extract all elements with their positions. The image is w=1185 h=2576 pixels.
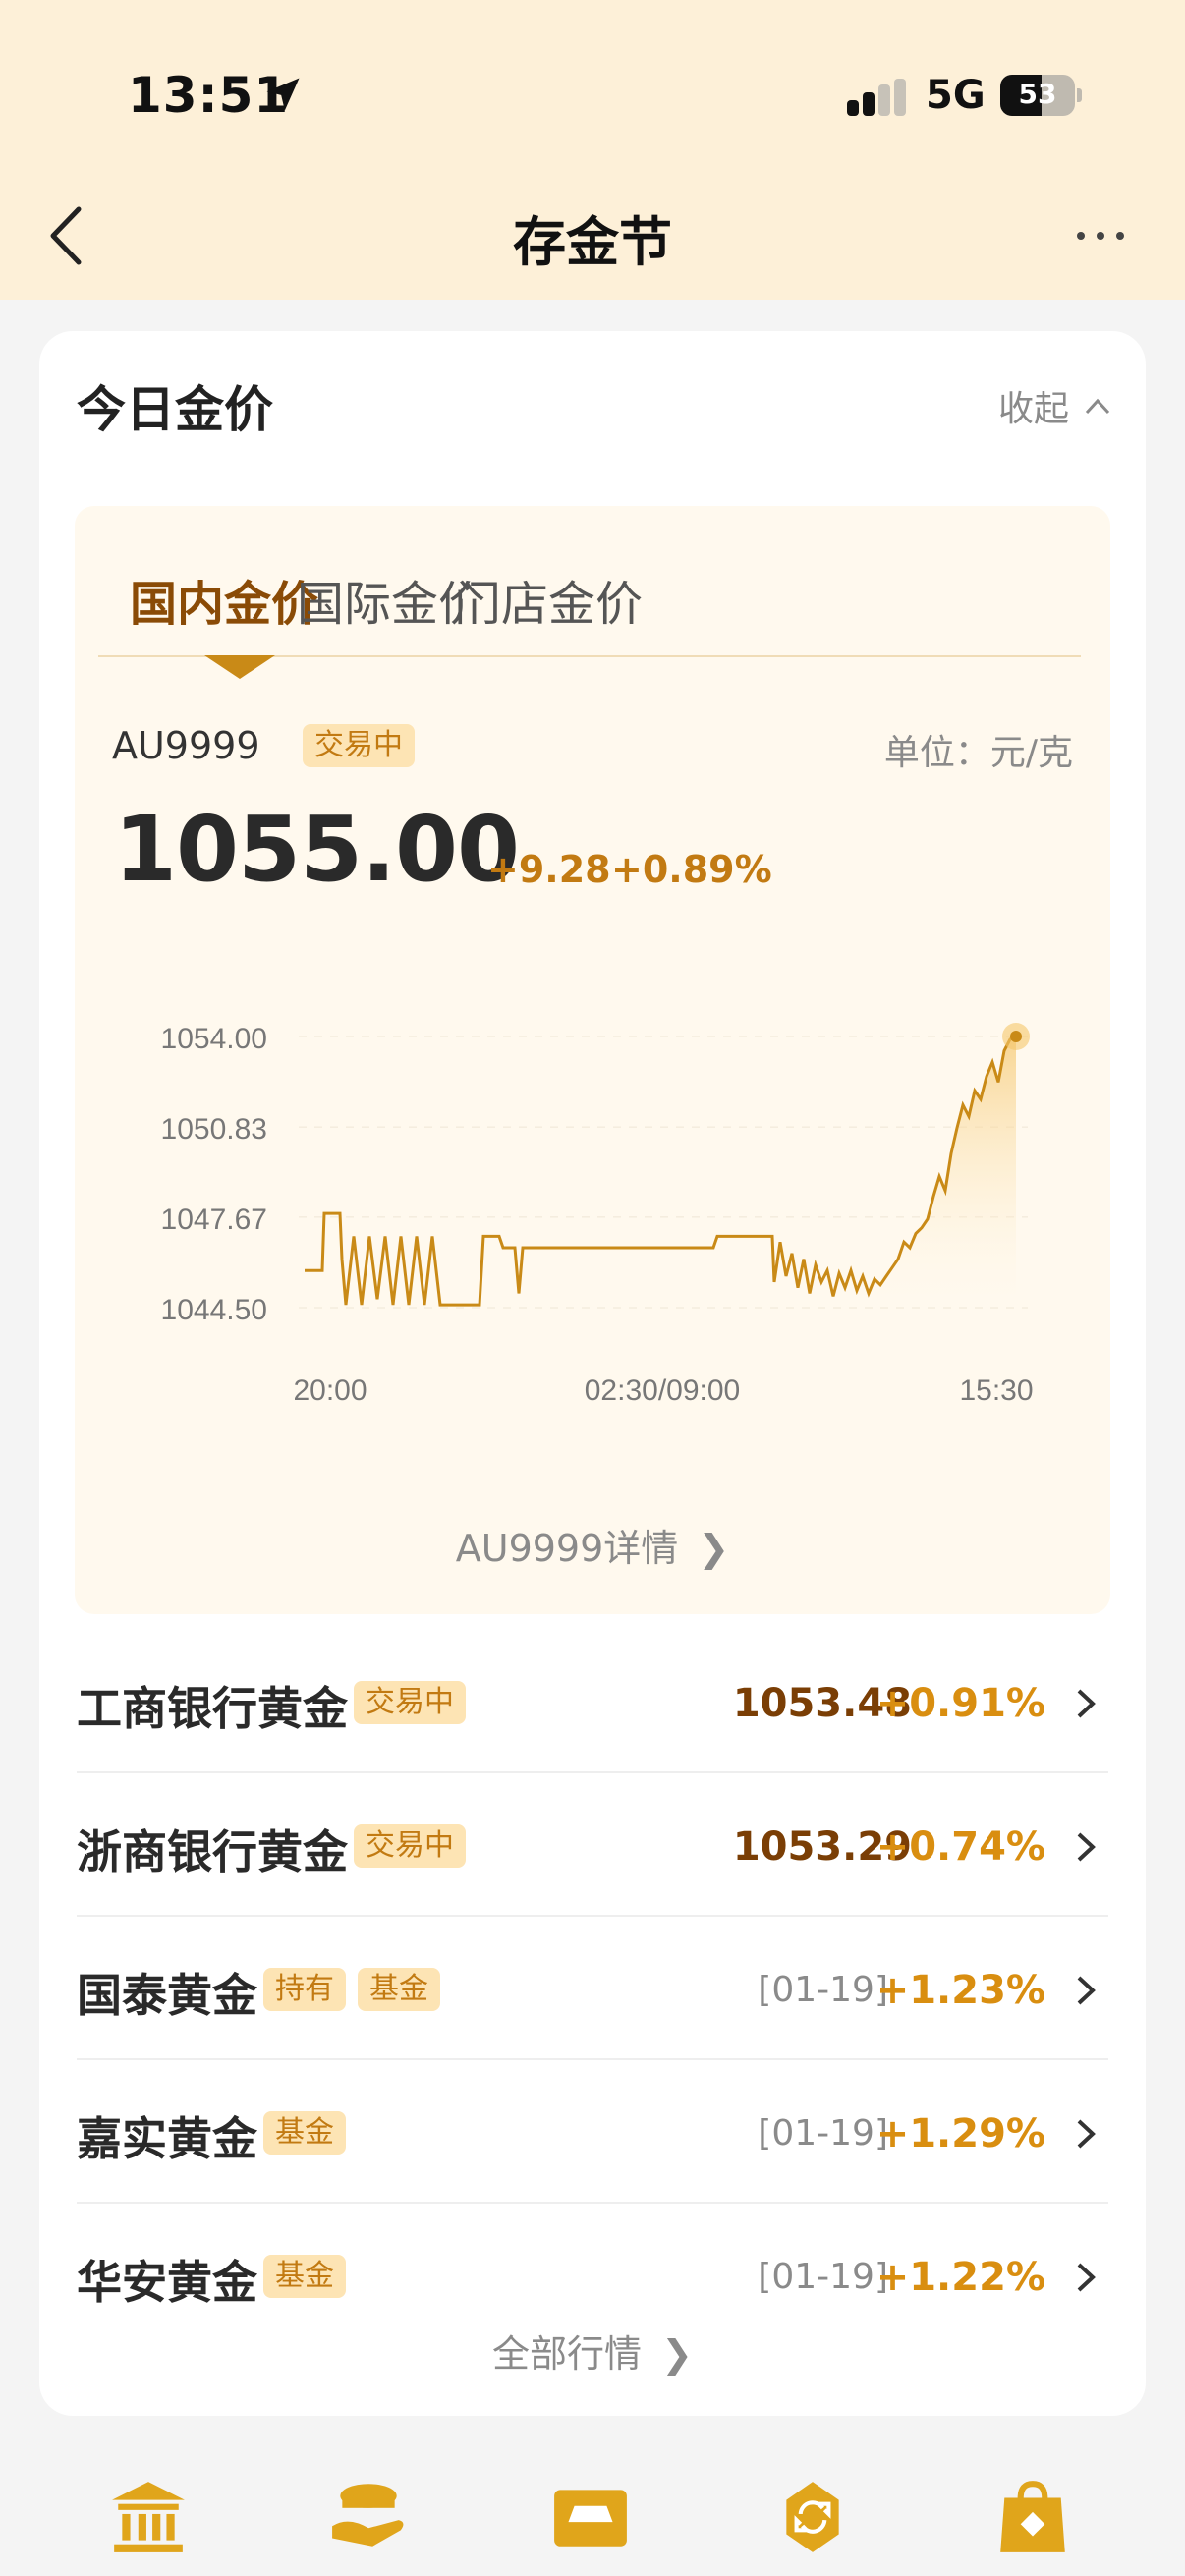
product-name: 工商银行黄金 — [77, 1682, 348, 1735]
status-badge: 交易中 — [303, 724, 415, 767]
chevron-up-icon — [1085, 398, 1110, 415]
nav-bar: 存金节 — [0, 177, 1185, 300]
price-tabs: 国内金价 国际金价 门店金价 — [98, 565, 1081, 679]
page-title: 存金节 — [513, 211, 672, 273]
y-tick-label: 1050.83 — [161, 1113, 267, 1146]
battery-icon: 53 — [1000, 75, 1082, 116]
product-change-pct: +0.91% — [875, 1681, 1045, 1726]
product-tag: 基金 — [263, 2111, 346, 2155]
section-title: 今日金价 — [77, 381, 273, 438]
x-tick-label: 15:30 — [959, 1374, 1033, 1407]
coin-hand-icon[interactable] — [328, 2476, 409, 2556]
x-tick-label: 20:00 — [293, 1374, 367, 1407]
product-name: 嘉实黄金 — [77, 2112, 257, 2165]
price-change: +9.28 — [487, 848, 611, 891]
product-change-pct: +1.22% — [875, 2255, 1045, 2300]
chevron-right-icon — [1077, 1832, 1096, 1862]
product-date: [01-19] — [758, 1970, 888, 2010]
product-change-pct: +1.23% — [875, 1968, 1045, 2013]
bank-icon[interactable] — [108, 2476, 189, 2556]
price-area — [857, 1036, 1016, 1308]
status-bar: 13:51 5G 53 — [0, 0, 1185, 177]
product-date: [01-19] — [758, 2113, 888, 2154]
active-tab-indicator — [204, 655, 275, 679]
battery-level: 53 — [1018, 78, 1057, 110]
price-change-pct: +0.89% — [611, 848, 772, 891]
chevron-right-icon: ❯ — [698, 1527, 730, 1570]
y-tick-label: 1054.00 — [161, 1023, 267, 1055]
product-name: 浙商银行黄金 — [77, 1825, 348, 1878]
product-list: 工商银行黄金 交易中 1053.48 +0.91% 浙商银行黄金 交易中 1053.29 +0… — [77, 1630, 1108, 2347]
product-tag: 基金 — [358, 1968, 440, 2011]
product-name: 华安黄金 — [77, 2256, 257, 2309]
tab-store[interactable]: 门店金价 — [454, 565, 643, 634]
all-quotes-label: 全部行情 — [492, 2332, 643, 2376]
product-tags: 持有 基金 — [263, 1968, 440, 2011]
price-panel: 国内金价 国际金价 门店金价 AU9999 交易中 单位：元/克 1055.00… — [75, 506, 1110, 1614]
product-tags: 基金 — [263, 2111, 346, 2155]
product-date: [01-19] — [758, 2257, 888, 2297]
detail-link[interactable]: AU9999详情 ❯ — [75, 1518, 1110, 1572]
chevron-right-icon — [1077, 1976, 1096, 2005]
price-unit: 单位：元/克 — [883, 733, 1073, 773]
chevron-right-icon — [1077, 1689, 1096, 1718]
y-tick-label: 1047.67 — [161, 1204, 267, 1236]
list-item[interactable]: 国泰黄金 持有 基金 [01-19] +1.23% — [77, 1917, 1108, 2060]
chevron-right-icon: ❯ — [661, 2332, 693, 2376]
product-tags: 交易中 — [354, 1824, 466, 1868]
product-tag: 基金 — [263, 2255, 346, 2298]
list-item[interactable]: 工商银行黄金 交易中 1053.48 +0.91% — [77, 1630, 1108, 1773]
all-quotes-link[interactable]: 全部行情 ❯ — [39, 2324, 1146, 2378]
collapse-label: 收起 — [997, 389, 1069, 429]
location-arrow-icon — [266, 78, 300, 111]
current-price: 1055.00 — [114, 797, 520, 902]
product-tags: 交易中 — [354, 1681, 466, 1724]
list-item[interactable]: 浙商银行黄金 交易中 1053.29 +0.74% — [77, 1773, 1108, 1917]
x-tick-label: 02:30/09:00 — [585, 1374, 740, 1407]
product-change-pct: +1.29% — [875, 2111, 1045, 2156]
tab-domestic[interactable]: 国内金价 — [130, 565, 318, 634]
signal-icon — [847, 79, 906, 116]
product-name: 国泰黄金 — [77, 1969, 257, 2022]
bottom-toolbar — [0, 2446, 1185, 2576]
more-icon[interactable] — [1071, 221, 1130, 251]
chevron-right-icon — [1077, 2119, 1096, 2149]
detail-link-label: AU9999详情 — [455, 1527, 679, 1570]
last-point — [1010, 1031, 1022, 1042]
gold-price-card: 今日金价 收起 国内金价 国际金价 门店金价 AU9999 交易中 单位：元/克… — [39, 331, 1146, 2416]
y-tick-label: 1044.50 — [161, 1294, 267, 1326]
shopping-bag-icon[interactable] — [992, 2476, 1073, 2556]
gold-bar-box-icon[interactable] — [550, 2476, 631, 2556]
collapse-button[interactable]: 收起 — [998, 380, 1112, 431]
product-change-pct: +0.74% — [875, 1824, 1045, 1870]
product-tag: 交易中 — [354, 1681, 466, 1724]
list-item[interactable]: 嘉实黄金 基金 [01-19] +1.29% — [77, 2060, 1108, 2204]
network-type: 5G — [926, 73, 986, 118]
exchange-refresh-icon[interactable] — [772, 2476, 853, 2556]
top-header: 13:51 5G 53 存金节 — [0, 0, 1185, 300]
product-tag: 交易中 — [354, 1824, 466, 1868]
quote-symbol: AU9999 — [112, 724, 260, 767]
chevron-right-icon — [1077, 2263, 1096, 2292]
intraday-chart[interactable]: 1054.00 1050.83 1047.67 1044.50 20:00 02:30/0… — [75, 938, 1110, 1488]
product-tag: 持有 — [263, 1968, 346, 2011]
product-tags: 基金 — [263, 2255, 346, 2298]
